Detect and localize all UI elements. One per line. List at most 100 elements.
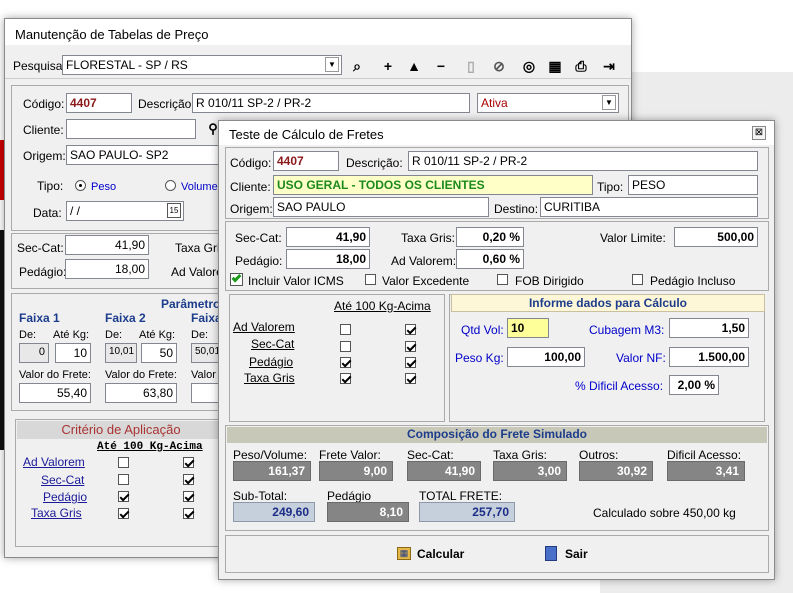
c-subtotal-label: Sub-Total:	[233, 489, 288, 503]
criterio-label: Critério de Aplicação	[61, 422, 181, 437]
descricao-field[interactable]: R 010/11 SP-2 / PR-2	[408, 151, 758, 171]
descricao-field[interactable]: R 010/11 SP-2 / PR-2	[192, 93, 470, 113]
faixa-checkbox[interactable]	[405, 357, 416, 368]
add-icon[interactable]: +	[378, 56, 398, 76]
pedagio-incluso-check[interactable]	[632, 274, 643, 285]
valor-excedente-check[interactable]	[365, 274, 376, 285]
valornf-field[interactable]: 1.500,00	[669, 347, 749, 367]
cubagem-value: 1,50	[721, 321, 745, 335]
seccat-label: Sec-Cat:	[17, 241, 64, 255]
pedagio-field[interactable]: 18,00	[286, 249, 370, 269]
data-field[interactable]: / / 15	[66, 201, 184, 221]
criterio-checkbox[interactable]	[118, 474, 129, 485]
close-icon[interactable]: ⊠	[752, 126, 766, 140]
faixa-1-de-value: 0	[38, 346, 45, 358]
origem-field[interactable]: SAO PAULO- SP2	[66, 145, 226, 165]
faixa-1-valor-value: 55,40	[56, 386, 87, 400]
document-icon[interactable]: ▯	[461, 56, 481, 76]
cliente-field[interactable]: USO GERAL - TODOS OS CLIENTES	[273, 175, 593, 195]
de-label: De:	[105, 329, 123, 341]
search-select[interactable]: FLORESTAL - SP / RS ▼	[62, 55, 342, 75]
criterio-checkbox[interactable]	[118, 508, 129, 519]
faixa-checkbox[interactable]	[340, 357, 351, 368]
radio-peso[interactable]	[75, 180, 86, 191]
cubagem-field[interactable]: 1,50	[669, 318, 749, 338]
origem-field[interactable]: SAO PAULO	[273, 197, 489, 217]
valorlimite-label: Valor Limite:	[600, 231, 666, 245]
faixa-row-label: Ad Valorem	[233, 320, 295, 334]
criterio-checkbox[interactable]	[183, 457, 194, 468]
dificil-field[interactable]: 2,00 %	[669, 375, 719, 395]
fob-dirigido-check[interactable]	[497, 274, 508, 285]
calendar-icon[interactable]: 15	[167, 203, 181, 218]
chevron-down-icon[interactable]: ▼	[602, 95, 616, 110]
faixa-2-ate-value: 50	[159, 346, 173, 360]
faixa-2-ate[interactable]: 50	[141, 343, 177, 363]
faixa-1-valor[interactable]: 55,40	[19, 383, 91, 403]
seccat-field[interactable]: 41,90	[286, 227, 370, 247]
informe-label: Informe dados para Cálculo	[528, 296, 688, 310]
criterio-checkbox[interactable]	[183, 491, 194, 502]
criterio-checkbox[interactable]	[183, 508, 194, 519]
cancel-icon[interactable]: ⊘	[489, 56, 509, 76]
freight-test-dialog: Teste de Cálculo de Fretes ⊠ Código: 440…	[218, 120, 775, 580]
valorlimite-value: 500,00	[717, 230, 754, 244]
tipo-field[interactable]: PESO	[628, 175, 758, 195]
destino-field[interactable]: CURITIBA	[540, 197, 758, 217]
valorlimite-field[interactable]: 500,00	[674, 227, 758, 247]
sair-button[interactable]: Sair	[545, 545, 605, 565]
criterio-checkbox[interactable]	[118, 457, 129, 468]
lifebuoy-icon[interactable]: ◎	[519, 56, 539, 76]
seccat-field[interactable]: 41,90	[65, 235, 149, 255]
faixa-checkbox[interactable]	[405, 324, 416, 335]
binoculars-icon[interactable]: ⌕	[347, 56, 367, 76]
cliente-label: Cliente:	[23, 123, 64, 137]
faixa-3-de-value: 50,01	[195, 346, 221, 357]
faixa-checkbox[interactable]	[405, 341, 416, 352]
radio-volume[interactable]	[165, 180, 176, 191]
pedagio-field[interactable]: 18,00	[65, 259, 149, 279]
c-subtotal-value: 249,60	[233, 502, 315, 522]
minus-icon[interactable]: −	[431, 56, 451, 76]
faixa-2-valor[interactable]: 63,80	[105, 383, 177, 403]
faixa-checkbox[interactable]	[340, 373, 351, 384]
codigo-field[interactable]: 4407	[66, 93, 132, 113]
faixa-checkbox[interactable]	[340, 324, 351, 335]
taxagris-field[interactable]: 0,20 %	[456, 227, 524, 247]
tipo-value: PESO	[632, 178, 666, 192]
pesokg-value: 100,00	[544, 350, 581, 364]
codigo-value: 4407	[70, 96, 97, 110]
pesokg-field[interactable]: 100,00	[507, 347, 585, 367]
advalorem-label: Ad Valorem:	[391, 254, 457, 268]
codigo-field[interactable]: 4407	[273, 151, 339, 171]
calcular-button[interactable]: ▦ Calcular	[397, 545, 473, 565]
valor-excedente-label: Valor Excedente	[382, 274, 470, 288]
faixa-1-ate[interactable]: 10	[55, 343, 91, 363]
faixa-row-label: Taxa Gris	[244, 371, 295, 385]
composicao-label: Composição do Frete Simulado	[406, 427, 588, 441]
qtdvol-field[interactable]: 10	[507, 318, 549, 338]
valor-frete-label: Valor do Frete:	[19, 369, 91, 381]
valornf-value: 1.500,00	[698, 350, 745, 364]
seccat-label: Sec-Cat:	[235, 231, 282, 245]
c-dificil-value: 3,41	[667, 461, 745, 481]
criterio-checkbox[interactable]	[183, 474, 194, 485]
valor-frete-label: Valor do Frete:	[105, 369, 177, 381]
spreadsheet-icon[interactable]: ▦	[545, 56, 565, 76]
c-seccat-label: Sec-Cat:	[407, 448, 454, 462]
exit-icon[interactable]: ⇥	[599, 56, 619, 76]
faixa-1-label: Faixa 1	[19, 311, 60, 325]
criterio-title-bar: Critério de Aplicação	[17, 421, 225, 439]
faixa-checkbox[interactable]	[340, 341, 351, 352]
pedagio-value: 18,00	[114, 262, 145, 276]
status-select[interactable]: Ativa ▼	[477, 93, 619, 113]
faixa-checkbox[interactable]	[405, 373, 416, 384]
up-arrow-icon[interactable]: ▲	[404, 56, 424, 76]
criterio-checkbox[interactable]	[118, 491, 129, 502]
printer-icon[interactable]: ⎙	[571, 56, 591, 76]
descricao-value: R 010/11 SP-2 / PR-2	[196, 96, 312, 110]
chevron-down-icon[interactable]: ▼	[325, 57, 339, 72]
advalorem-field[interactable]: 0,60 %	[456, 249, 524, 269]
cliente-field[interactable]	[66, 119, 196, 139]
incluir-icms-check[interactable]	[230, 272, 243, 286]
